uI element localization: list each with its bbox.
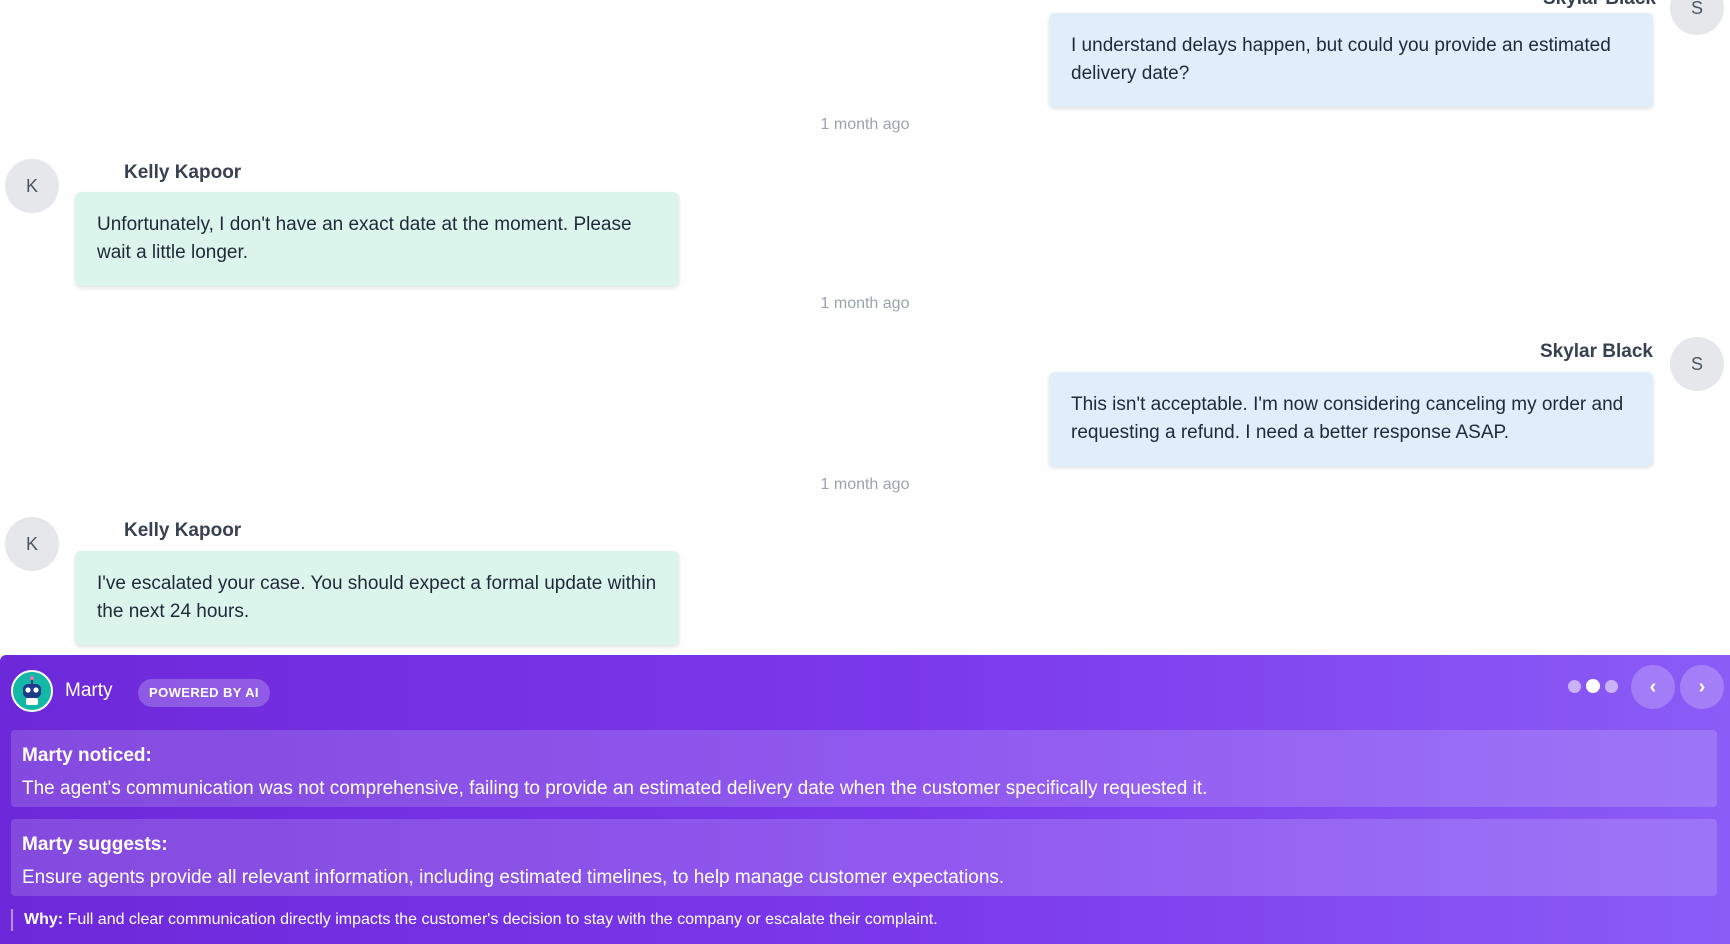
suggests-text: Ensure agents provide all relevant infor… (22, 867, 1005, 888)
marty-insight-panel: Marty POWERED BY AI ‹ › Marty noticed: T… (0, 655, 1730, 944)
message-timestamp: 1 month ago (820, 295, 910, 312)
message-sender: Kelly Kapoor (124, 520, 242, 541)
why-explanation: Why: Full and clear communication direct… (11, 909, 938, 931)
why-text: Full and clear communication directly im… (67, 911, 938, 928)
message-sender: Kelly Kapoor (124, 162, 242, 183)
marty-robot-icon (11, 670, 53, 712)
message-sender: Skylar Black (1539, 341, 1653, 362)
chevron-left-icon: ‹ (1649, 675, 1657, 698)
customer-avatar: S (1670, 337, 1724, 391)
marty-noticed-card: Marty noticed: The agent's communication… (11, 730, 1717, 807)
noticed-text: The agent's communication was not compre… (22, 778, 1208, 799)
insight-pager[interactable] (1568, 679, 1618, 693)
assistant-name: Marty (65, 680, 113, 701)
customer-avatar: S (1670, 0, 1724, 35)
agent-message: Unfortunately, I don't have an exact dat… (75, 192, 679, 286)
conversation-page: Skylar Black S I understand delays happe… (0, 0, 1730, 944)
agent-avatar: K (5, 159, 59, 213)
marty-suggests-card: Marty suggests: Ensure agents provide al… (11, 819, 1717, 896)
agent-avatar: K (5, 517, 59, 571)
message-sender: Skylar Black (1543, 0, 1656, 10)
message-timestamp: 1 month ago (820, 476, 910, 493)
chevron-right-icon: › (1698, 675, 1706, 698)
powered-by-ai-badge: POWERED BY AI (138, 679, 270, 707)
customer-message: This isn't acceptable. I'm now consideri… (1049, 372, 1653, 466)
next-insight-button[interactable]: › (1680, 665, 1724, 709)
suggests-title: Marty suggests: (22, 834, 168, 855)
pager-dot[interactable] (1568, 679, 1581, 693)
message-timestamp: 1 month ago (820, 116, 910, 133)
agent-message: I've escalated your case. You should exp… (75, 551, 679, 645)
why-label: Why: (24, 911, 64, 928)
pager-dot-active[interactable] (1586, 679, 1600, 693)
customer-message: I understand delays happen, but could yo… (1049, 13, 1653, 107)
noticed-title: Marty noticed: (22, 745, 152, 766)
pager-dot[interactable] (1605, 679, 1618, 693)
previous-insight-button[interactable]: ‹ (1631, 665, 1675, 709)
chat-transcript[interactable]: Skylar Black S I understand delays happe… (0, 0, 1730, 655)
